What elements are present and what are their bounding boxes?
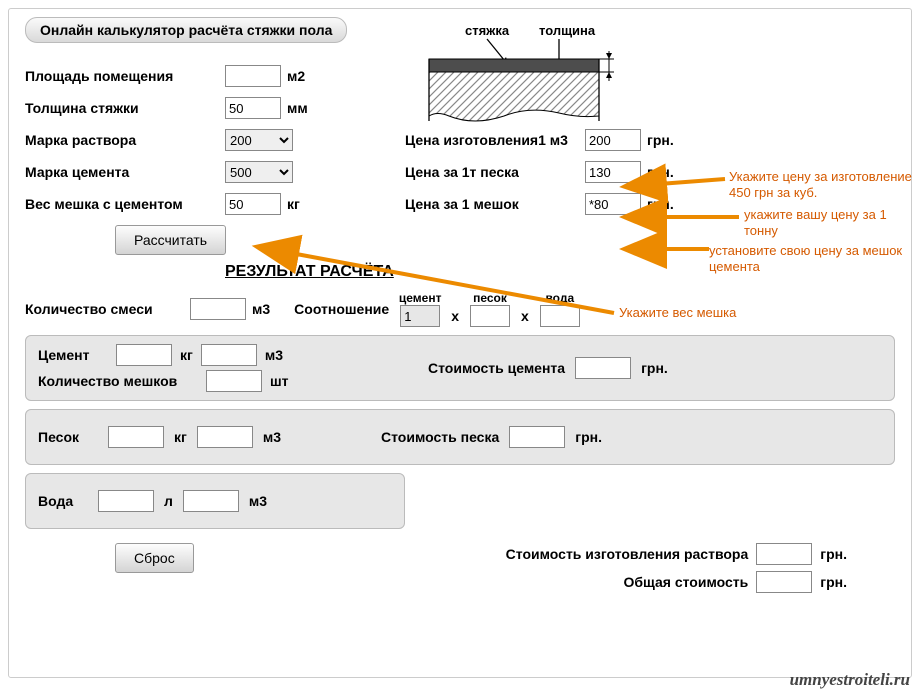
water-panel: Вода л м3: [25, 473, 405, 529]
cement-label: Цемент: [38, 347, 108, 363]
mortar-cost-label: Стоимость изготовления раствора: [506, 546, 749, 562]
diagram-label-thickness: толщина: [539, 23, 596, 38]
cement-grade-label: Марка цемента: [25, 164, 225, 180]
thickness-unit: мм: [287, 100, 308, 116]
mix-qty-output: [190, 298, 246, 320]
price-bag-input[interactable]: [585, 193, 641, 215]
thickness-input[interactable]: [225, 97, 281, 119]
ratio-sand-output: [470, 305, 510, 327]
price-bag-label: Цена за 1 мешок: [405, 196, 585, 212]
cement-grade-select[interactable]: 500: [225, 161, 293, 183]
mortar-grade-label: Марка раствора: [25, 132, 225, 148]
calculate-button[interactable]: Рассчитать: [115, 225, 226, 255]
mortar-grade-select[interactable]: 200: [225, 129, 293, 151]
cement-kg-output: [116, 344, 172, 366]
cement-cost-label: Стоимость цемента: [428, 360, 565, 376]
sand-panel: Песок кг м3 Стоимость песка грн.: [25, 409, 895, 465]
price-sand-label: Цена за 1т песка: [405, 164, 585, 180]
ratio-h-sand: песок: [465, 291, 515, 305]
cement-cost-output: [575, 357, 631, 379]
total-cost-output: [756, 571, 812, 593]
price-bag-unit: грн.: [647, 196, 674, 212]
cement-m3-output: [201, 344, 257, 366]
water-m3-output: [183, 490, 239, 512]
bag-weight-label: Вес мешка с цементом: [25, 196, 225, 212]
note-price-bag: установите свою цену за мешок цемента: [709, 243, 920, 276]
total-cost-label: Общая стоимость: [623, 574, 748, 590]
bag-weight-input[interactable]: [225, 193, 281, 215]
ratio-h-water: вода: [535, 291, 585, 305]
area-label: Площадь помещения: [25, 68, 225, 84]
thickness-label: Толщина стяжки: [25, 100, 225, 116]
watermark: umnyestroiteli.ru: [790, 670, 910, 690]
water-label: Вода: [38, 493, 88, 509]
diagram-label-screed: стяжка: [465, 23, 510, 38]
reset-button[interactable]: Сброс: [115, 543, 194, 573]
price-m3-label: Цена изготовления1 м3: [405, 132, 585, 148]
area-unit: м2: [287, 68, 305, 84]
ratio-h-cement: цемент: [395, 291, 445, 305]
mix-qty-label: Количество смеси: [25, 301, 190, 317]
ratio-cement-output: [400, 305, 440, 327]
cement-panel: Цемент кг м3 Количество мешков шт Стоимо…: [25, 335, 895, 401]
mix-qty-unit: м3: [252, 301, 270, 317]
price-m3-unit: грн.: [647, 132, 674, 148]
bag-weight-unit: кг: [287, 196, 300, 212]
sand-cost-output: [509, 426, 565, 448]
sand-kg-output: [108, 426, 164, 448]
ratio-label: Соотношение: [294, 301, 389, 317]
ratio-water-output: [540, 305, 580, 327]
water-l-output: [98, 490, 154, 512]
note-bag-weight: Укажите вес мешка: [619, 305, 736, 321]
sand-label: Песок: [38, 429, 98, 445]
bags-output: [206, 370, 262, 392]
area-input[interactable]: [225, 65, 281, 87]
price-sand-unit: грн.: [647, 164, 674, 180]
calculator-container: Онлайн калькулятор расчёта стяжки пола с…: [8, 8, 912, 678]
note-price-sand: укажите вашу цену за 1 тонну: [744, 207, 920, 240]
note-price-m3: Укажите цену за изготовление 450 грн за …: [729, 169, 920, 202]
price-sand-input[interactable]: [585, 161, 641, 183]
sand-m3-output: [197, 426, 253, 448]
sand-cost-label: Стоимость песка: [381, 429, 499, 445]
page-title: Онлайн калькулятор расчёта стяжки пола: [25, 17, 347, 43]
mortar-cost-output: [756, 543, 812, 565]
bags-label: Количество мешков: [38, 373, 198, 389]
screed-diagram: стяжка толщина: [409, 21, 629, 134]
